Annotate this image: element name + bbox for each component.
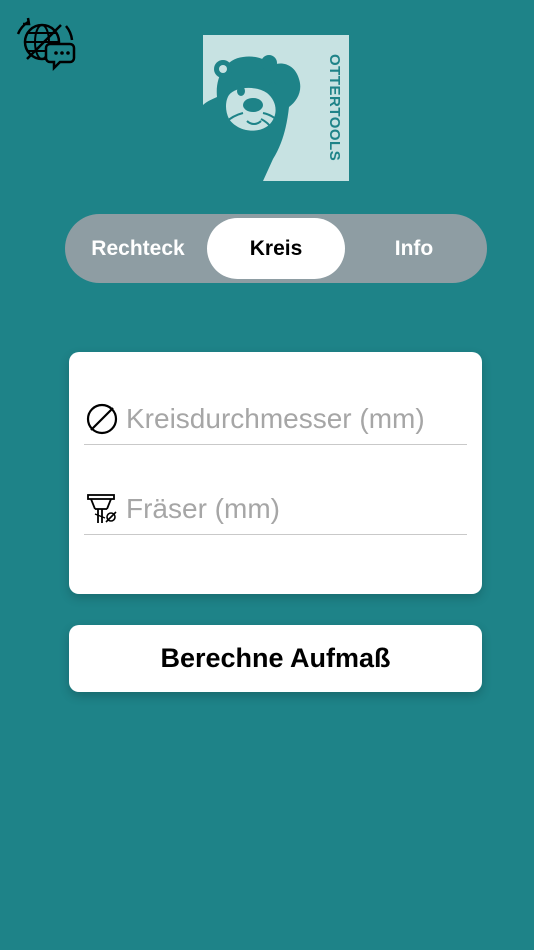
globe-translate-icon[interactable]	[14, 16, 78, 72]
diameter-icon	[84, 401, 120, 437]
tab-kreis[interactable]: Kreis	[207, 218, 345, 279]
cutter-input[interactable]	[120, 486, 489, 532]
logo-text: OTTERTOOLS	[326, 54, 343, 162]
shape-tab-bar: Rechteck Kreis Info	[65, 214, 487, 283]
ottertools-logo: OTTERTOOLS	[203, 35, 349, 181]
tab-rechteck[interactable]: Rechteck	[69, 218, 207, 279]
cutter-field-row	[84, 484, 489, 535]
diameter-field-row	[84, 394, 489, 445]
diameter-input[interactable]	[120, 396, 489, 442]
milling-cutter-icon	[84, 491, 120, 527]
input-card	[69, 352, 489, 594]
calculate-button[interactable]: Berechne Aufmaß	[69, 625, 482, 692]
tab-info[interactable]: Info	[345, 218, 483, 279]
